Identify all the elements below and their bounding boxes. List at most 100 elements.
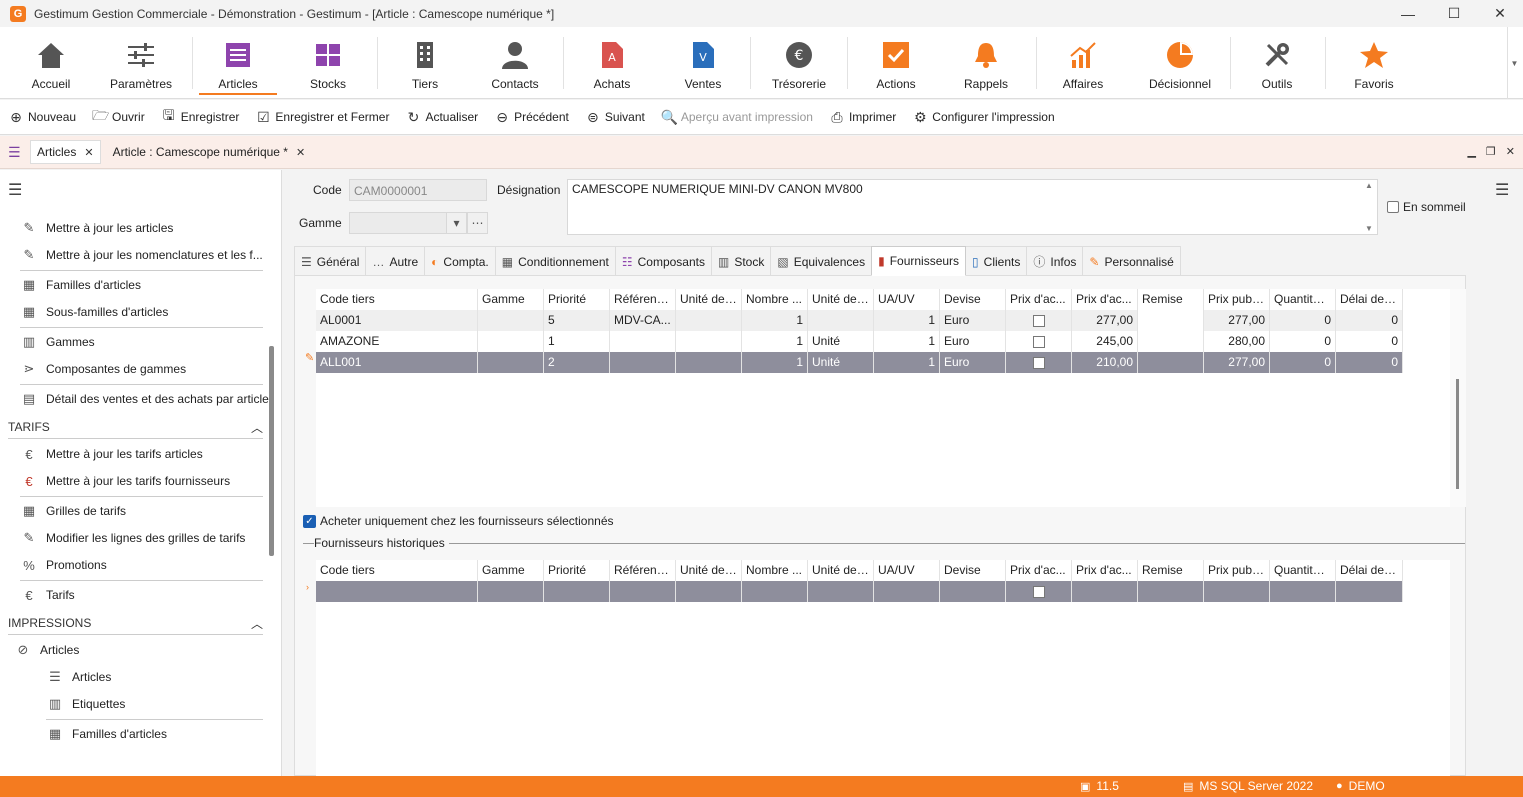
tab-composants[interactable]: ☷ Composants — [614, 246, 712, 276]
hamburger-icon[interactable]: ☰ — [8, 180, 22, 200]
table-cell[interactable]: 0 — [1270, 310, 1336, 331]
prix-achat-checkbox[interactable] — [1006, 331, 1072, 352]
tab-clients[interactable]: ▯ Clients — [965, 246, 1028, 276]
ribbon-scroll-button[interactable]: ▼ — [1507, 27, 1521, 99]
restore-icon[interactable]: ❐ — [1486, 145, 1496, 158]
acheter-uniquement-checkbox[interactable]: ✓ Acheter uniquement chez les fournisseu… — [303, 514, 614, 528]
column-header[interactable]: Prix d'ac... — [1072, 560, 1138, 581]
column-header[interactable]: Prix d'ac... — [1006, 560, 1072, 581]
table-cell[interactable] — [676, 310, 742, 331]
table-cell[interactable] — [1138, 352, 1204, 373]
table-row[interactable]: ALL001 2 1 Unité 1 Euro 210,00 277,00 0 0 — [316, 352, 1403, 373]
table-cell[interactable] — [610, 331, 676, 352]
column-header[interactable]: Prix d'ac... — [1072, 289, 1138, 310]
tab-personnalise[interactable]: ✎ Personnalisé — [1082, 246, 1181, 276]
column-header[interactable]: Unité de ... — [808, 560, 874, 581]
column-header[interactable]: Prix publi... — [1204, 560, 1270, 581]
enregistrer-fermer-button[interactable]: ☑ Enregistrer et Fermer — [255, 109, 389, 126]
table-cell[interactable]: 1 — [742, 331, 808, 352]
ribbon-stocks[interactable]: Stocks — [298, 27, 358, 99]
table-cell[interactable]: 1 — [742, 310, 808, 331]
table-cell[interactable]: 0 — [1270, 331, 1336, 352]
gamme-ellipsis-button[interactable]: ⋯ — [467, 212, 488, 234]
tab-equivalences[interactable]: ▧ Equivalences — [770, 246, 873, 276]
chevron-up-icon[interactable]: ︿ — [251, 419, 263, 436]
table-cell[interactable]: 1 — [742, 352, 808, 373]
lp-tarifs-articles[interactable]: € Mettre à jour les tarifs articles — [20, 444, 202, 464]
ribbon-actions[interactable]: Actions — [868, 27, 924, 99]
table-cell[interactable]: 0 — [1336, 310, 1403, 331]
column-header[interactable]: UA/UV — [874, 289, 940, 310]
table-cell[interactable]: 2 — [544, 352, 610, 373]
table-cell[interactable]: 277,00 — [1072, 310, 1138, 331]
chevron-up-icon[interactable]: ︿ — [251, 615, 263, 632]
ribbon-parametres[interactable]: Paramètres — [105, 27, 177, 99]
column-header[interactable]: Gamme — [478, 560, 544, 581]
table-cell[interactable]: 1 — [544, 331, 610, 352]
table-cell[interactable] — [478, 352, 544, 373]
table-cell[interactable]: AMAZONE — [316, 331, 478, 352]
tab-compta[interactable]: ◐ Compta. — [424, 246, 496, 276]
table-cell[interactable] — [1204, 581, 1270, 602]
column-header[interactable]: Code tiers — [316, 560, 478, 581]
table-cell[interactable]: 277,00 — [1204, 310, 1270, 331]
table-cell[interactable] — [1270, 581, 1336, 602]
ribbon-affaires[interactable]: Affaires — [1057, 27, 1109, 99]
table-cell[interactable]: 245,00 — [1072, 331, 1138, 352]
minimize-button[interactable]: — — [1385, 0, 1431, 27]
column-header[interactable]: Nombre ... — [742, 560, 808, 581]
ribbon-articles[interactable]: Articles — [205, 27, 271, 99]
table-cell[interactable]: Euro — [940, 310, 1006, 331]
column-header[interactable]: Prix d'ac... — [1006, 289, 1072, 310]
doctab-article-edit[interactable]: Article : Camescope numérique * ✕ — [107, 140, 312, 164]
en-sommeil-checkbox[interactable]: En sommeil — [1387, 200, 1466, 214]
lp-sub-articles[interactable]: ⊘ Articles — [14, 640, 80, 660]
tab-stock[interactable]: ▥ Stock — [710, 246, 772, 276]
column-header[interactable]: Priorité — [544, 289, 610, 310]
tab-infos[interactable]: ⓘ Infos — [1026, 246, 1084, 276]
prix-achat-checkbox[interactable] — [1006, 581, 1072, 602]
column-header[interactable]: Unité de ... — [676, 560, 742, 581]
enregistrer-button[interactable]: 🖫 Enregistrer — [161, 105, 240, 129]
lp-promotions[interactable]: % Promotions — [20, 555, 106, 575]
column-header[interactable]: Unité de ... — [808, 289, 874, 310]
table-cell[interactable]: MDV-CA... — [610, 310, 676, 331]
column-header[interactable]: Nombre ... — [742, 289, 808, 310]
ribbon-decisionnel[interactable]: Décisionnel — [1147, 27, 1213, 99]
gamme-input[interactable] — [349, 212, 447, 234]
imprimer-button[interactable]: ⎙ Imprimer — [829, 109, 896, 126]
prix-achat-checkbox[interactable] — [1006, 310, 1072, 331]
table-cell[interactable]: 280,00 — [1204, 331, 1270, 352]
lp-group-tarifs[interactable]: TARIFS ︿ — [8, 416, 263, 438]
ouvrir-button[interactable]: 🗁 Ouvrir — [92, 105, 145, 129]
ribbon-tresorerie[interactable]: € Trésorerie — [768, 27, 830, 99]
suivant-button[interactable]: ⊜ Suivant — [585, 109, 645, 126]
table-cell[interactable]: ALL001 — [316, 352, 478, 373]
ribbon-contacts[interactable]: Contacts — [483, 27, 547, 99]
left-panel-scrollbar[interactable] — [265, 206, 277, 746]
column-header[interactable]: Devise — [940, 289, 1006, 310]
table-cell[interactable]: 1 — [874, 331, 940, 352]
gamme-dropdown-button[interactable]: ▾ — [446, 212, 467, 234]
table-cell[interactable] — [808, 310, 874, 331]
hamburger-icon[interactable]: ☰ — [1495, 180, 1509, 200]
table-cell[interactable]: 277,00 — [1204, 352, 1270, 373]
column-header[interactable]: Quantité ... — [1270, 289, 1336, 310]
table-cell[interactable] — [478, 331, 544, 352]
lp-sous-familles-articles[interactable]: ▦ Sous-familles d'articles — [20, 302, 169, 322]
actualiser-button[interactable]: ↻ Actualiser — [405, 109, 479, 126]
lp-mettre-a-jour-articles[interactable]: ✎ Mettre à jour les articles — [20, 218, 174, 238]
table-row[interactable]: AL0001 5 MDV-CA... 1 1 Euro 277,00 277,00 0 0 — [316, 310, 1403, 331]
maximize-button[interactable]: ☐ — [1431, 0, 1477, 27]
column-header[interactable]: Délai de l... — [1336, 560, 1403, 581]
tab-conditionnement[interactable]: ▦ Conditionnement — [494, 246, 616, 276]
column-header[interactable]: Référenc... — [610, 289, 676, 310]
table-cell[interactable]: 0 — [1270, 352, 1336, 373]
table-cell[interactable]: Unité — [808, 331, 874, 352]
code-input[interactable]: CAM0000001 — [349, 179, 487, 201]
table-cell[interactable] — [544, 581, 610, 602]
lp-gammes[interactable]: ▥ Gammes — [20, 332, 95, 352]
table-cell[interactable]: Euro — [940, 352, 1006, 373]
table-cell[interactable]: 5 — [544, 310, 610, 331]
table-cell[interactable] — [676, 352, 742, 373]
